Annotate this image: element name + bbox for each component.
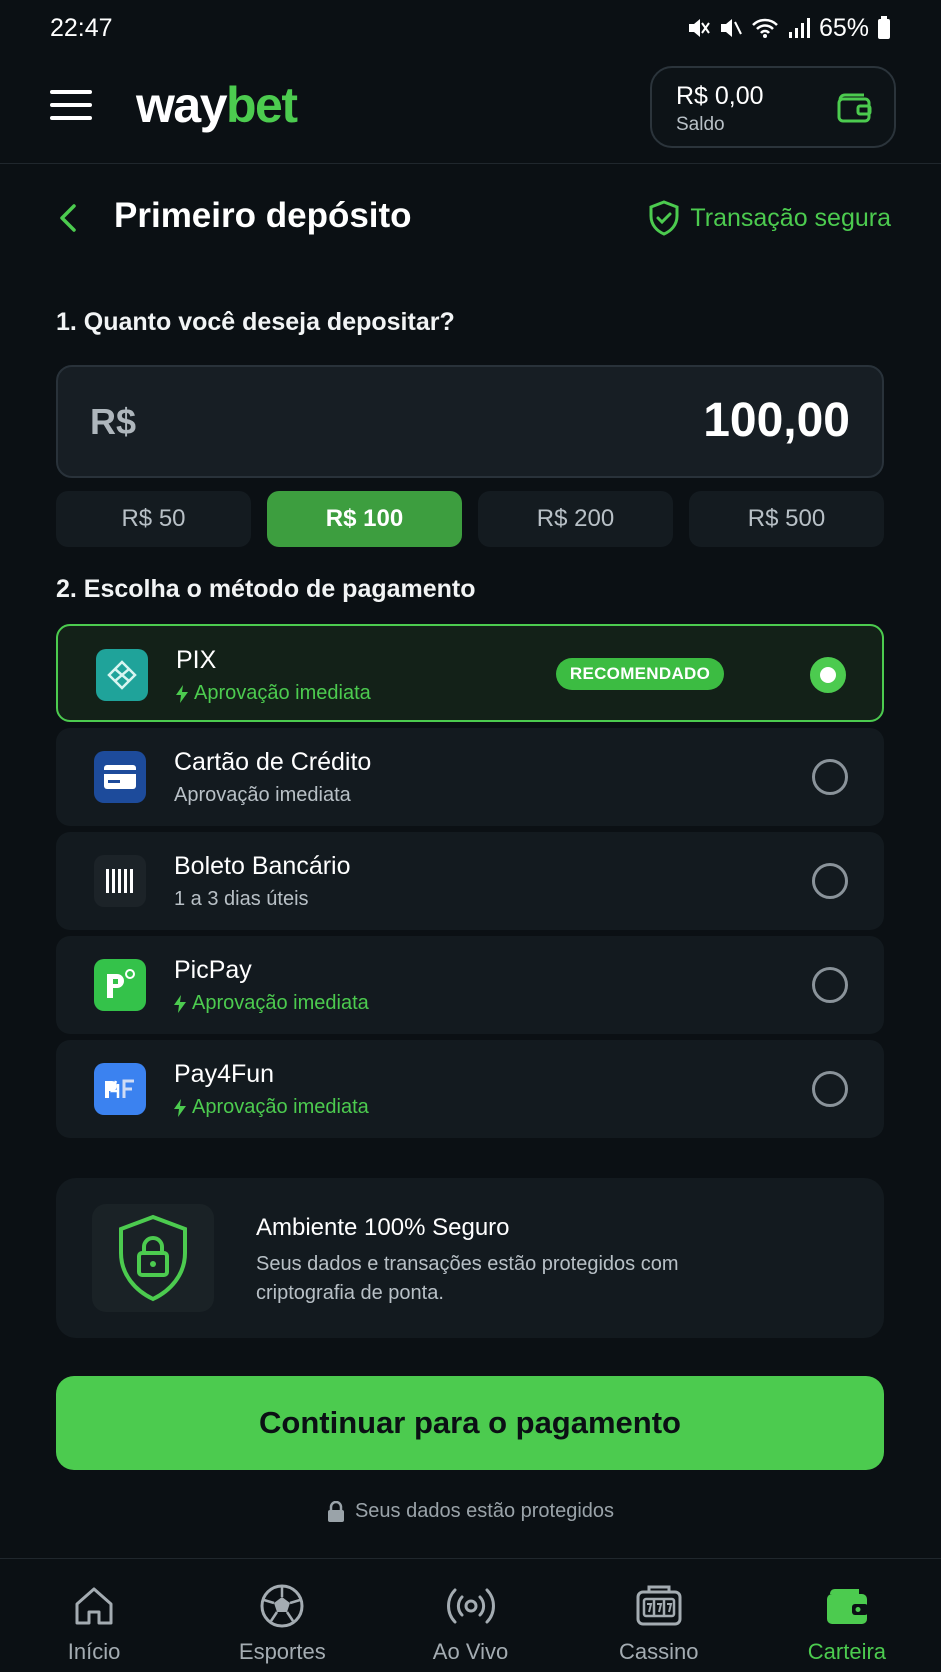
secure-card-text: Seus dados e transações estão protegidos…: [256, 1253, 679, 1304]
credit-card-icon: [94, 751, 146, 803]
protected-note: Seus dados estão protegidos: [0, 1500, 941, 1523]
home-icon: [75, 1587, 113, 1625]
radio-selected[interactable]: [810, 657, 846, 693]
balance-amount: R$ 0,00: [676, 82, 764, 110]
radio-unselected[interactable]: [812, 863, 848, 899]
back-chevron-icon[interactable]: [56, 200, 80, 236]
signal-icon: [788, 18, 810, 38]
payment-method-credit-card[interactable]: Cartão de Crédito Aprovação imediata: [56, 728, 884, 826]
picpay-icon: [94, 959, 146, 1011]
page-title: Primeiro depósito: [114, 196, 412, 235]
nav-wallet[interactable]: Carteira: [753, 1559, 941, 1672]
live-broadcast-icon: [446, 1588, 495, 1624]
method-subtitle: Aprovação imediata: [174, 992, 369, 1015]
secure-transaction-tag: Transação segura: [648, 200, 891, 236]
method-name: Pay4Fun: [174, 1060, 275, 1088]
top-bar: waybet R$ 0,00 Saldo: [0, 60, 941, 164]
method-subtitle: Aprovação imediata: [176, 682, 371, 705]
secure-transaction-label: Transação segura: [690, 203, 891, 232]
battery-icon: [878, 16, 890, 39]
method-subtitle: Aprovação imediata: [174, 784, 351, 806]
preset-amounts: R$ 50 R$ 100 R$ 200 R$ 500: [56, 491, 884, 547]
mute-icon: [688, 19, 710, 37]
secure-card-title: Ambiente 100% Seguro: [256, 1214, 510, 1241]
method-subtitle: Aprovação imediata: [174, 1096, 369, 1119]
wifi-icon: [752, 18, 778, 38]
shield-lock-icon: [92, 1204, 214, 1312]
continue-button[interactable]: Continuar para o pagamento: [56, 1376, 884, 1470]
wallet-icon: [826, 1589, 868, 1624]
bottom-navigation: Início Esportes Ao Vivo Cassino Carteira: [0, 1558, 941, 1672]
secure-environment-card: Ambiente 100% Seguro Seus dados e transa…: [56, 1178, 884, 1338]
lightning-icon: [174, 994, 186, 1013]
amount-section-title: 1. Quanto você deseja depositar?: [56, 308, 455, 336]
shield-check-icon: [649, 200, 679, 236]
barcode-icon: [94, 855, 146, 907]
method-name: Boleto Bancário: [174, 852, 351, 880]
status-icons: 65%: [687, 14, 891, 43]
payment-method-pix[interactable]: PIX Aprovação imediata RECOMENDADO: [56, 624, 884, 722]
amount-input[interactable]: R$ 100,00: [56, 365, 884, 478]
method-name: PicPay: [174, 956, 252, 984]
balance-label: Saldo: [676, 114, 725, 135]
radio-unselected[interactable]: [812, 1071, 848, 1107]
preset-100-button[interactable]: R$ 100: [267, 491, 462, 547]
status-time: 22:47: [50, 13, 113, 42]
recommended-badge: RECOMENDADO: [556, 658, 724, 690]
nav-home[interactable]: Início: [0, 1559, 188, 1672]
nav-sports[interactable]: Esportes: [188, 1559, 376, 1672]
menu-icon[interactable]: [50, 90, 92, 124]
nav-casino[interactable]: Cassino: [565, 1559, 753, 1672]
radio-unselected[interactable]: [812, 759, 848, 795]
amount-currency: R$: [90, 401, 137, 442]
lightning-icon: [176, 684, 188, 703]
preset-500-button[interactable]: R$ 500: [689, 491, 884, 547]
status-bar: 22:47 65%: [0, 0, 941, 56]
amount-value: 100,00: [703, 394, 850, 447]
balance-button[interactable]: R$ 0,00 Saldo: [650, 66, 896, 148]
payment-method-boleto[interactable]: Boleto Bancário 1 a 3 dias úteis: [56, 832, 884, 930]
lock-icon: [327, 1500, 344, 1522]
radio-unselected[interactable]: [812, 967, 848, 1003]
battery-percent: 65%: [818, 13, 869, 42]
payment-method-picpay[interactable]: PicPay Aprovação imediata: [56, 936, 884, 1034]
payment-method-pay4fun[interactable]: Pay4Fun Aprovação imediata: [56, 1040, 884, 1138]
vibrate-off-icon: [720, 19, 742, 37]
preset-200-button[interactable]: R$ 200: [478, 491, 673, 547]
soccer-ball-icon: [260, 1584, 304, 1628]
payment-section-title: 2. Escolha o método de pagamento: [56, 575, 476, 603]
pix-icon: [96, 649, 148, 701]
pay4fun-icon: [94, 1063, 146, 1115]
waybet-logo[interactable]: waybet: [136, 76, 298, 134]
wallet-icon: [837, 93, 872, 123]
method-subtitle: 1 a 3 dias úteis: [174, 888, 309, 910]
method-name: PIX: [176, 646, 217, 674]
method-name: Cartão de Crédito: [174, 748, 372, 776]
nav-live[interactable]: Ao Vivo: [376, 1559, 564, 1672]
preset-50-button[interactable]: R$ 50: [56, 491, 251, 547]
lightning-icon: [174, 1098, 186, 1117]
slot-machine-icon: [636, 1585, 682, 1626]
